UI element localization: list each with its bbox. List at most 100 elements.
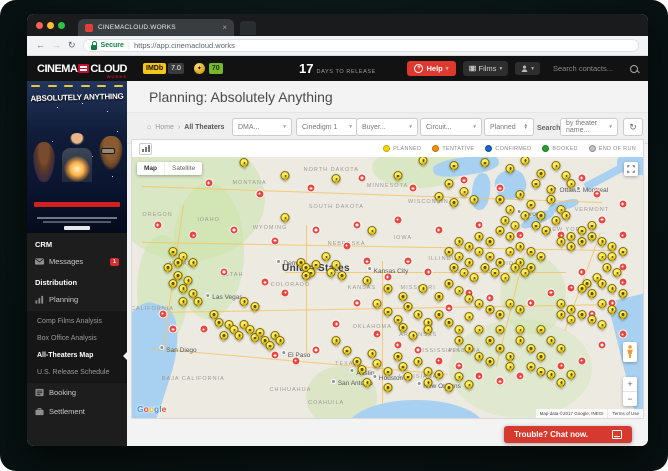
theater-pin-planned[interactable] <box>516 242 525 251</box>
theater-pin-planned[interactable] <box>240 158 249 167</box>
theaters-map[interactable]: United StatesMONTANANORTH DAKOTAMINNESOT… <box>132 157 643 418</box>
theater-cluster-marker[interactable] <box>353 221 360 228</box>
theater-pin-planned[interactable] <box>526 247 535 256</box>
theater-pin-planned[interactable] <box>449 161 458 170</box>
theater-pin-planned[interactable] <box>557 310 566 319</box>
theater-cluster-marker[interactable] <box>548 289 555 296</box>
theater-cluster-marker[interactable] <box>568 284 575 291</box>
theater-pin-planned[interactable] <box>403 372 412 381</box>
theater-cluster-marker[interactable] <box>578 268 585 275</box>
theater-pin-planned[interactable] <box>281 213 290 222</box>
theater-pin-planned[interactable] <box>444 279 453 288</box>
theater-pin-planned[interactable] <box>485 305 494 314</box>
theater-pin-planned[interactable] <box>475 247 484 256</box>
theater-pin-planned[interactable] <box>547 370 556 379</box>
theater-pin-planned[interactable] <box>460 268 469 277</box>
theater-pin-planned[interactable] <box>531 221 540 230</box>
theater-pin-planned[interactable] <box>577 310 586 319</box>
theater-pin-planned[interactable] <box>475 352 484 361</box>
theater-cluster-marker[interactable] <box>307 185 314 192</box>
theater-cluster-marker[interactable] <box>461 177 468 184</box>
theater-cluster-marker[interactable] <box>353 300 360 307</box>
theater-cluster-marker[interactable] <box>312 227 319 234</box>
theater-cluster-marker[interactable] <box>415 347 422 354</box>
theater-pin-planned[interactable] <box>444 179 453 188</box>
theater-pin-planned[interactable] <box>536 252 545 261</box>
theater-pin-planned[interactable] <box>465 258 474 267</box>
theater-cluster-marker[interactable] <box>578 174 585 181</box>
theater-pin-planned[interactable] <box>276 336 285 345</box>
search-icon[interactable] <box>630 65 638 73</box>
theater-pin-planned[interactable] <box>541 226 550 235</box>
films-dropdown[interactable]: Films ▾ <box>463 61 509 76</box>
theater-pin-planned[interactable] <box>577 226 586 235</box>
theater-cluster-marker[interactable] <box>496 378 503 385</box>
theater-pin-planned[interactable] <box>332 174 341 183</box>
buyer-select[interactable]: Buyer...▾ <box>356 118 418 136</box>
theater-pin-planned[interactable] <box>618 247 627 256</box>
theater-pin-planned[interactable] <box>465 294 474 303</box>
theater-pin-planned[interactable] <box>368 349 377 358</box>
theater-pin-planned[interactable] <box>618 289 627 298</box>
theater-pin-planned[interactable] <box>383 367 392 376</box>
theater-pin-planned[interactable] <box>557 344 566 353</box>
theater-pin-planned[interactable] <box>398 323 407 332</box>
theater-pin-planned[interactable] <box>214 318 223 327</box>
theater-cluster-marker[interactable] <box>282 289 289 296</box>
theater-pin-planned[interactable] <box>414 310 423 319</box>
theater-pin-planned[interactable] <box>414 357 423 366</box>
theater-pin-planned[interactable] <box>536 367 545 376</box>
app-logo[interactable]: CINEMA CLOUD WORKS <box>37 63 127 75</box>
theater-pin-planned[interactable] <box>547 336 556 345</box>
status-select[interactable]: Planned▲▼ <box>484 118 534 136</box>
sidebar-item-messages[interactable]: Messages 1 <box>27 252 127 271</box>
theater-cluster-marker[interactable] <box>476 221 483 228</box>
theater-pin-planned[interactable] <box>368 226 377 235</box>
theater-cluster-marker[interactable] <box>343 242 350 249</box>
theater-pin-planned[interactable] <box>613 268 622 277</box>
theater-cluster-marker[interactable] <box>374 331 381 338</box>
theater-pin-planned[interactable] <box>506 205 515 214</box>
theater-pin-planned[interactable] <box>521 268 530 277</box>
theater-pin-planned[interactable] <box>475 325 484 334</box>
theater-cluster-marker[interactable] <box>190 232 197 239</box>
theater-cluster-marker[interactable] <box>435 357 442 364</box>
theater-pin-planned[interactable] <box>373 299 382 308</box>
theater-pin-planned[interactable] <box>567 242 576 251</box>
theater-pin-planned[interactable] <box>455 252 464 261</box>
theater-pin-planned[interactable] <box>434 292 443 301</box>
theater-pin-planned[interactable] <box>470 273 479 282</box>
help-button[interactable]: + Help ▾ <box>407 61 455 76</box>
theater-pin-planned[interactable] <box>506 164 515 173</box>
zoom-out-button[interactable]: − <box>623 392 637 406</box>
theater-cluster-marker[interactable] <box>231 227 238 234</box>
minimize-window-button[interactable] <box>47 22 54 29</box>
theater-pin-planned[interactable] <box>449 198 458 207</box>
theater-pin-planned[interactable] <box>506 232 515 241</box>
theater-pin-planned[interactable] <box>536 211 545 220</box>
sidebar-item-planning[interactable]: Planning <box>27 290 127 309</box>
theater-cluster-marker[interactable] <box>594 190 601 197</box>
fullscreen-button[interactable] <box>624 162 638 176</box>
terms-of-use-link[interactable]: Terms of Use <box>608 409 643 418</box>
theater-pin-planned[interactable] <box>567 232 576 241</box>
theater-pin-planned[interactable] <box>501 273 510 282</box>
theater-pin-planned[interactable] <box>424 367 433 376</box>
theater-pin-planned[interactable] <box>495 325 504 334</box>
address-bar[interactable]: Secure | https://app.cinemacloud.works <box>83 39 639 52</box>
theater-pin-planned[interactable] <box>449 263 458 272</box>
theater-pin-planned[interactable] <box>618 310 627 319</box>
theater-pin-planned[interactable] <box>536 352 545 361</box>
theater-cluster-marker[interactable] <box>261 279 268 286</box>
theater-pin-planned[interactable] <box>598 252 607 261</box>
theater-pin-planned[interactable] <box>465 242 474 251</box>
theater-cluster-marker[interactable] <box>619 331 626 338</box>
theater-pin-planned[interactable] <box>455 372 464 381</box>
refresh-button[interactable]: ↻ <box>623 118 643 136</box>
theater-pin-planned[interactable] <box>598 299 607 308</box>
theater-pin-planned[interactable] <box>608 305 617 314</box>
tab-close-icon[interactable]: × <box>222 23 227 32</box>
theater-cluster-marker[interactable] <box>410 185 417 192</box>
theater-cluster-marker[interactable] <box>358 174 365 181</box>
theater-cluster-marker[interactable] <box>220 268 227 275</box>
